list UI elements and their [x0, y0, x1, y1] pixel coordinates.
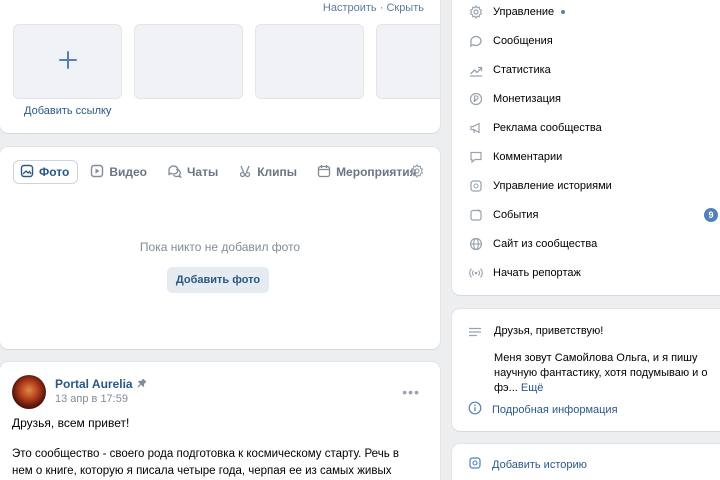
- ads-icon: [468, 120, 484, 136]
- links-block: Настроить · Скрыть Добавить ссылку: [0, 0, 440, 133]
- add-story-label: Добавить историю: [492, 458, 587, 471]
- events-count-badge: 9: [704, 208, 718, 222]
- links-controls: Настроить · Скрыть: [323, 2, 424, 14]
- menu-item-messages[interactable]: Сообщения: [468, 31, 718, 51]
- link-tile[interactable]: [376, 24, 440, 99]
- post-author-name[interactable]: Portal Aurelia: [55, 377, 133, 391]
- post-author[interactable]: Portal Aurelia: [55, 377, 147, 391]
- description-icon: [468, 327, 482, 342]
- tab-label: Видео: [109, 165, 147, 179]
- events-icon: [317, 164, 336, 181]
- more-icon[interactable]: •••: [402, 384, 420, 400]
- menu-item-label: Комментарии: [493, 151, 563, 163]
- media-block: Фото Видео Чаты Клипы Мероприятия Пока н…: [0, 147, 440, 349]
- menu-item-management[interactable]: Управление: [468, 2, 718, 22]
- chats-icon: [167, 164, 187, 181]
- events-icon: [468, 207, 484, 223]
- tab-chats[interactable]: Чаты: [161, 160, 226, 184]
- message-icon: [468, 33, 484, 49]
- tab-label: Клипы: [257, 165, 298, 179]
- link-tile[interactable]: [255, 24, 364, 99]
- community-info: Друзья, приветствую! Меня зовут Самойлов…: [452, 309, 720, 431]
- menu-item-site[interactable]: Сайт из сообщества: [468, 234, 718, 254]
- menu-item-events[interactable]: События 9: [468, 205, 718, 225]
- menu-item-stories[interactable]: Управление историями: [468, 176, 718, 196]
- about-greeting: Друзья, приветствую!: [494, 325, 604, 337]
- gear-icon: [468, 4, 484, 20]
- post-greeting: Друзья, всем привет!: [12, 416, 130, 430]
- tab-events[interactable]: Мероприятия: [311, 160, 425, 184]
- menu-item-label: Начать репортаж: [493, 267, 581, 279]
- menu-item-label: События: [493, 209, 539, 221]
- wall-post: Portal Aurelia 13 апр в 17:59 ••• Друзья…: [0, 362, 440, 480]
- show-more-link[interactable]: Ещё: [521, 382, 544, 394]
- tab-label: Чаты: [187, 165, 219, 179]
- tab-label: Фото: [39, 165, 70, 179]
- menu-item-label: Статистика: [493, 64, 551, 76]
- tab-video[interactable]: Видео: [84, 160, 155, 184]
- menu-item-monetization[interactable]: Монетизация: [468, 89, 718, 109]
- menu-item-label: Управление: [493, 6, 555, 18]
- post-text: Это сообщество - своего рода подготовка …: [12, 448, 399, 477]
- about-description: Меня зовут Самойлова Ольга, и я пишу нау…: [494, 351, 720, 396]
- stories-icon: [468, 178, 484, 194]
- pin-icon: [133, 377, 147, 391]
- details-label: Подробная информация: [492, 403, 618, 416]
- avatar[interactable]: [12, 375, 46, 409]
- menu-item-statistics[interactable]: Статистика: [468, 60, 718, 80]
- media-tabs: Фото Видео Чаты Клипы Мероприятия: [13, 160, 431, 184]
- tab-photo[interactable]: Фото: [13, 160, 79, 184]
- details-link[interactable]: Подробная информация: [468, 401, 618, 418]
- photo-icon: [20, 164, 39, 181]
- add-photo-button[interactable]: Добавить фото: [167, 267, 269, 293]
- hide-link[interactable]: Скрыть: [386, 2, 424, 14]
- link-tile[interactable]: [134, 24, 243, 99]
- plus-icon: [58, 50, 78, 73]
- menu-item-label: Монетизация: [493, 93, 561, 105]
- video-icon: [90, 164, 109, 181]
- tab-clips[interactable]: Клипы: [232, 160, 305, 184]
- community-menu: Управление Сообщения Статистика Монетиза…: [452, 0, 720, 295]
- info-icon: [468, 401, 492, 418]
- story-icon: [468, 456, 492, 473]
- add-link-label[interactable]: Добавить ссылку: [24, 105, 111, 117]
- broadcast-icon: [468, 265, 484, 281]
- gear-icon[interactable]: [410, 164, 424, 181]
- menu-item-label: Управление историями: [493, 180, 612, 192]
- globe-icon: [468, 236, 484, 252]
- add-link-tile[interactable]: [13, 24, 122, 99]
- menu-item-label: Сайт из сообщества: [493, 238, 598, 250]
- menu-item-label: Реклама сообщества: [493, 122, 602, 134]
- add-story-button[interactable]: Добавить историю: [468, 456, 587, 473]
- statistics-icon: [468, 62, 484, 78]
- stories-block: Добавить историю: [452, 444, 720, 480]
- tab-label: Мероприятия: [336, 165, 417, 179]
- post-date[interactable]: 13 апр в 17:59: [55, 393, 128, 405]
- menu-item-label: Сообщения: [493, 35, 553, 47]
- monetization-icon: [468, 91, 484, 107]
- links-separator: ·: [376, 2, 387, 14]
- menu-item-ads[interactable]: Реклама сообщества: [468, 118, 718, 138]
- menu-item-comments[interactable]: Комментарии: [468, 147, 718, 167]
- configure-link[interactable]: Настроить: [323, 2, 377, 14]
- menu-item-broadcast[interactable]: Начать репортаж: [468, 263, 718, 283]
- notification-dot: [561, 10, 566, 14]
- clips-icon: [238, 164, 257, 181]
- comment-icon: [468, 149, 484, 165]
- empty-photos-text: Пока никто не добавил фото: [139, 240, 301, 254]
